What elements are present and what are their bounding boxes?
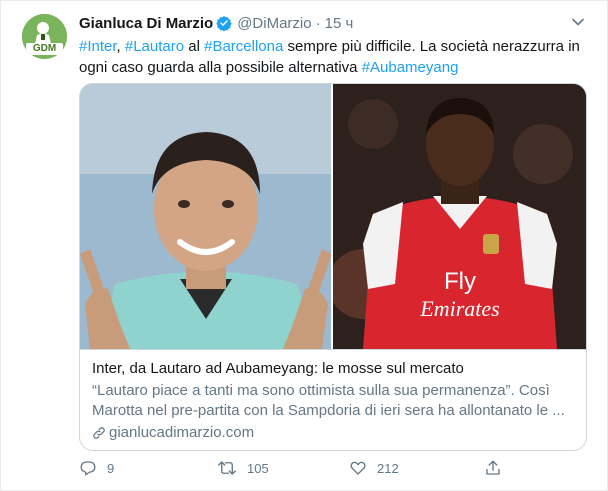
like-button[interactable]: 212 bbox=[349, 459, 399, 477]
tweet-text: #Inter, #Lautaro al #Barcellona sempre p… bbox=[79, 36, 589, 78]
link-icon bbox=[93, 426, 105, 439]
author-name[interactable]: Gianluca Di Marzio bbox=[79, 15, 213, 32]
card-domain[interactable]: gianlucadimarzio.com bbox=[92, 424, 254, 441]
heart-icon bbox=[350, 461, 366, 475]
separator-dot: · bbox=[315, 14, 321, 32]
reply-button[interactable]: 9 bbox=[79, 459, 114, 477]
avatar-badge: GDM bbox=[26, 43, 63, 55]
retweet-icon bbox=[218, 461, 236, 475]
tweet-actions: 9 105 212 bbox=[79, 459, 589, 481]
hashtag-link[interactable]: #Inter bbox=[79, 38, 117, 55]
retweet-count: 105 bbox=[247, 460, 269, 476]
hashtag-link[interactable]: #Barcellona bbox=[204, 38, 283, 55]
tweet[interactable]: GDM Gianluca Di Marzio @DiMarzio · 15 ч … bbox=[0, 0, 608, 491]
share-button[interactable] bbox=[484, 459, 512, 477]
retweet-button[interactable]: 105 bbox=[217, 459, 269, 477]
chevron-down-icon[interactable] bbox=[571, 15, 585, 29]
shirt-sponsor-line2: Emirates bbox=[419, 296, 499, 321]
card-photo-left bbox=[80, 84, 331, 349]
card-title[interactable]: Inter, da Lautaro ad Aubameyang: le moss… bbox=[92, 360, 464, 377]
card-photo-right: Fly Emirates bbox=[333, 84, 586, 349]
card-info[interactable]: Inter, da Lautaro ad Aubameyang: le moss… bbox=[80, 349, 586, 450]
hashtag-link[interactable]: #Aubameyang bbox=[362, 59, 459, 76]
tweet-timestamp[interactable]: 15 ч bbox=[325, 15, 354, 32]
reply-count: 9 bbox=[107, 460, 115, 476]
hashtag-link[interactable]: #Lautaro bbox=[125, 38, 184, 55]
player-photo-aubameyang-icon: Fly Emirates bbox=[333, 84, 586, 349]
like-count: 212 bbox=[377, 460, 399, 476]
author-handle[interactable]: @DiMarzio bbox=[237, 15, 311, 32]
card-description: “Lautaro piace a tanti ma sono ottimista… bbox=[92, 382, 565, 419]
shirt-sponsor-line1: Fly bbox=[444, 268, 476, 295]
share-icon bbox=[486, 460, 500, 475]
link-card[interactable]: Fly Emirates Inter, da Lautaro ad Aubame… bbox=[79, 83, 587, 451]
reply-icon bbox=[80, 461, 96, 476]
tweet-text-segment: , bbox=[116, 38, 125, 55]
tweet-text-segment: al bbox=[184, 38, 205, 55]
card-domain-label: gianlucadimarzio.com bbox=[109, 424, 255, 441]
author-avatar[interactable]: GDM bbox=[22, 14, 67, 59]
card-photos: Fly Emirates bbox=[80, 84, 586, 349]
verified-badge-icon bbox=[216, 16, 232, 31]
player-photo-lautaro-icon bbox=[80, 84, 331, 349]
tweet-header: Gianluca Di Marzio @DiMarzio · 15 ч bbox=[79, 13, 353, 33]
